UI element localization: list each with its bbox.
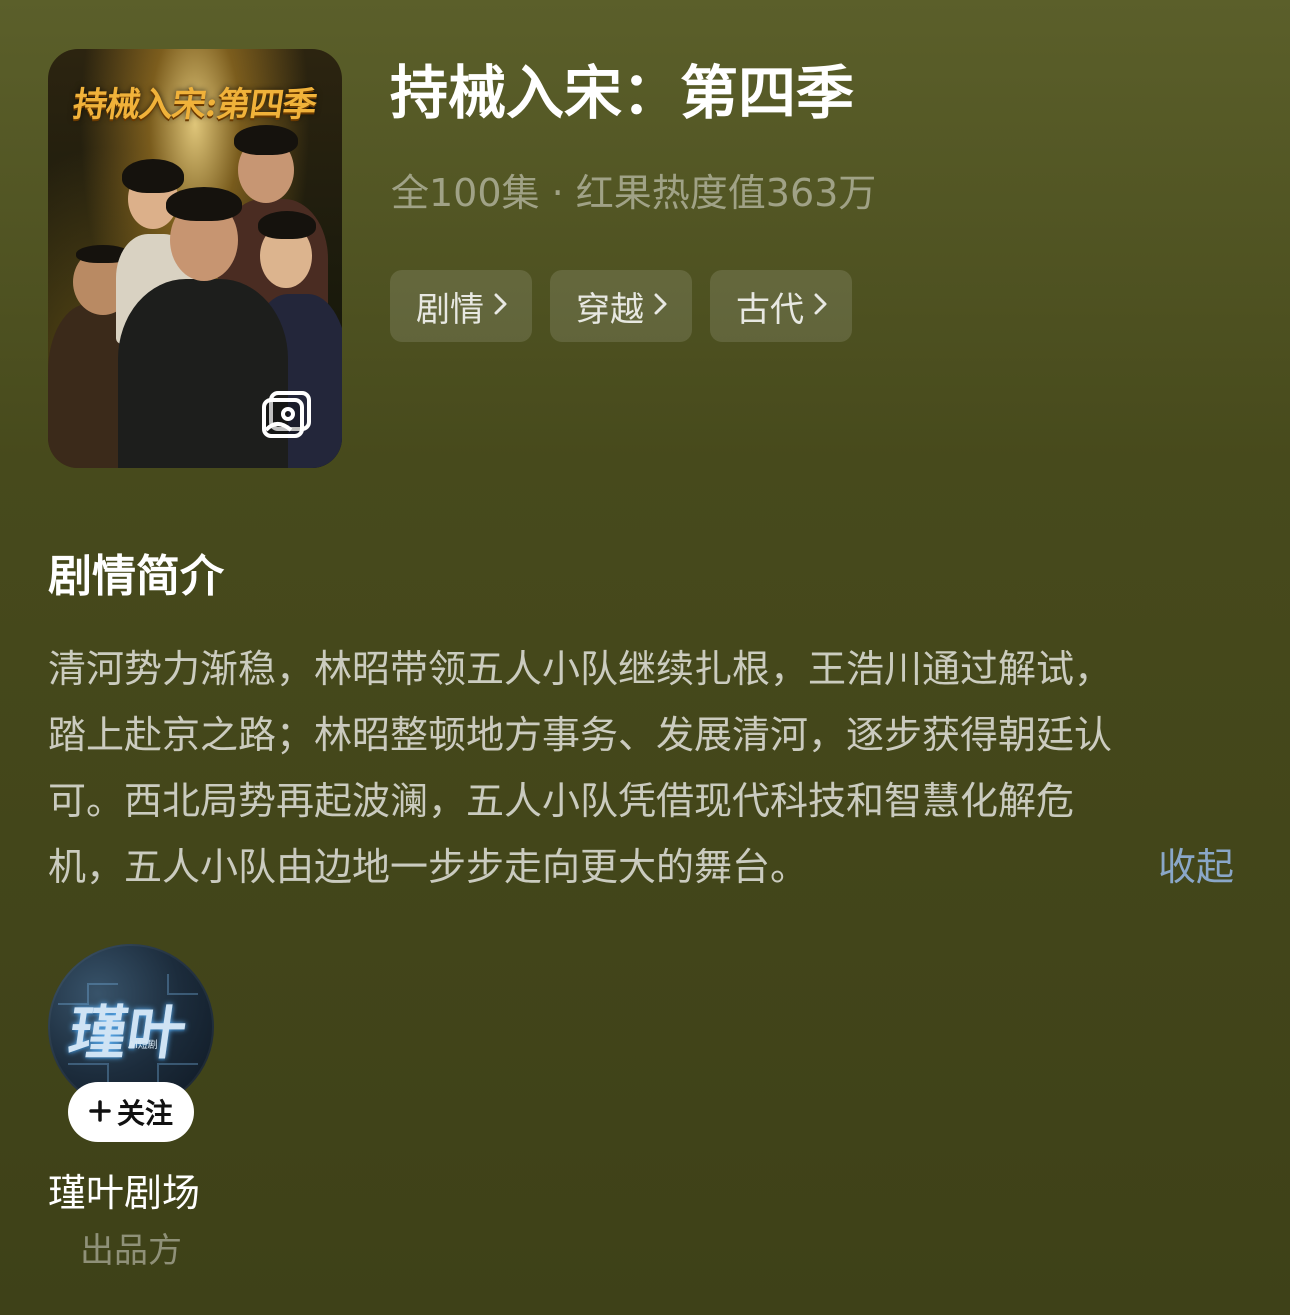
synopsis-line: 清河势力渐稳，林昭带领五人小队继续扎根，王浩川通过解试， <box>48 647 1113 691</box>
synopsis-heading: 剧情简介 <box>48 551 224 602</box>
synopsis-text: 清河势力渐稳，林昭带领五人小队继续扎根，王浩川通过解试， 踏上赴京之路；林昭整顿… <box>48 636 1243 900</box>
drama-meta: 全100集 · 红果热度值363万 <box>391 171 877 215</box>
producer-logo-text: 瑾叶 <box>64 999 191 1067</box>
tag-ancient[interactable]: 古代 <box>710 270 852 342</box>
drama-poster[interactable]: 持械入宋:第四季 <box>48 49 342 468</box>
producer-logo-subtext: AI短剧 <box>128 1040 158 1051</box>
synopsis-line: 机，五人小队由边地一步步走向更大的舞台。 <box>48 845 809 889</box>
synopsis-line: 踏上赴京之路；林昭整顿地方事务、发展清河，逐步获得朝廷认 <box>48 713 1113 757</box>
gallery-icon[interactable] <box>261 390 313 440</box>
tag-time-travel[interactable]: 穿越 <box>550 270 692 342</box>
tag-plot[interactable]: 剧情 <box>390 270 532 342</box>
tag-label: 古代 <box>736 289 804 330</box>
follow-button[interactable]: 关注 <box>68 1082 194 1142</box>
chevron-right-icon <box>814 289 828 324</box>
poster-title-art: 持械入宋:第四季 <box>70 85 319 125</box>
producer-name[interactable]: 瑾叶剧场 <box>48 1168 200 1218</box>
chevron-right-icon <box>494 289 508 324</box>
tag-list: 剧情 穿越 古代 <box>390 270 852 342</box>
tag-label: 剧情 <box>416 289 484 330</box>
tag-label: 穿越 <box>576 289 644 330</box>
follow-label: 关注 <box>116 1097 173 1130</box>
producer-role: 出品方 <box>80 1231 182 1271</box>
drama-title: 持械入宋：第四季 <box>390 59 855 127</box>
plus-icon <box>89 1096 111 1129</box>
chevron-right-icon <box>654 289 668 324</box>
collapse-link[interactable]: 收起 <box>1158 834 1234 900</box>
synopsis-line: 可。西北局势再起波澜，五人小队凭借现代科技和智慧化解危 <box>48 779 1075 823</box>
